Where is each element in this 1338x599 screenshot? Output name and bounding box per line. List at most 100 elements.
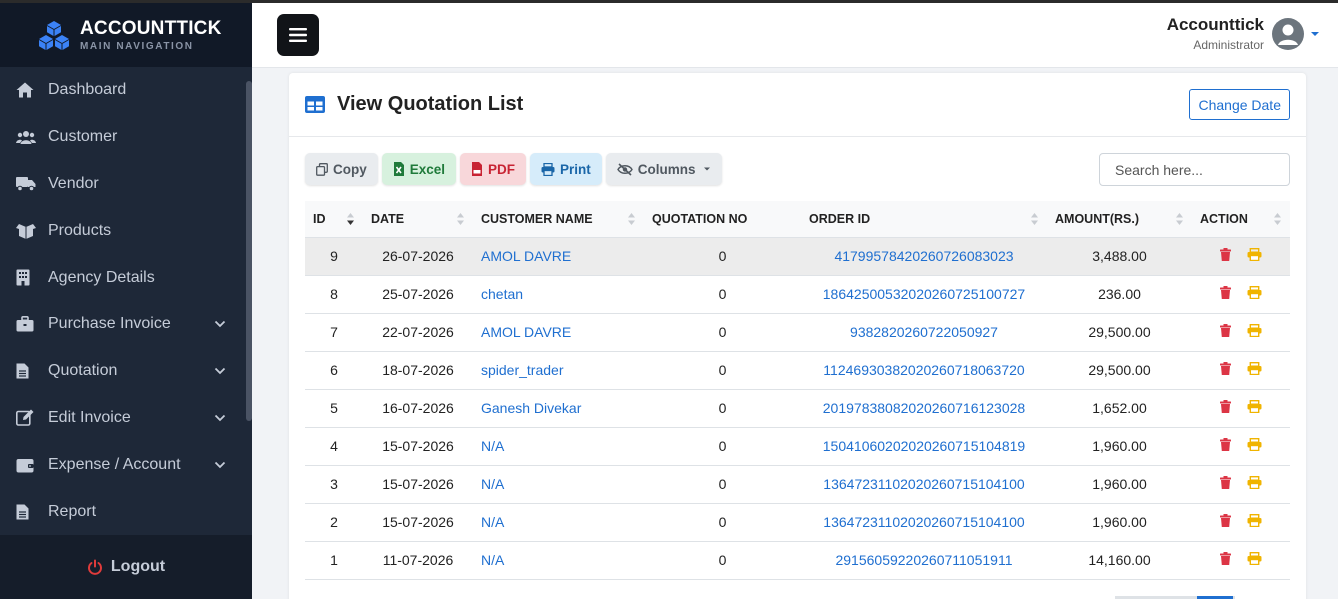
top-header: Accounttick Administrator bbox=[252, 3, 1338, 68]
customer-link[interactable]: N/A bbox=[481, 476, 504, 492]
delete-icon[interactable] bbox=[1220, 476, 1231, 489]
chevron-down-icon[interactable] bbox=[214, 461, 228, 469]
printer-icon[interactable] bbox=[1247, 286, 1262, 299]
sidebar-item-edit-invoice[interactable]: Edit Invoice bbox=[0, 395, 252, 442]
sidebar-item-products[interactable]: Products bbox=[0, 207, 252, 254]
sidebar-item-expense-account[interactable]: Expense / Account bbox=[0, 441, 252, 488]
order-id-link[interactable]: 13647231102020260715104100 bbox=[823, 476, 1024, 492]
customer-link[interactable]: AMOL DAVRE bbox=[481, 324, 571, 340]
order-id-link[interactable]: 29156059220260711051911 bbox=[835, 552, 1012, 568]
avatar[interactable] bbox=[1272, 17, 1304, 50]
chevron-down-icon[interactable] bbox=[214, 320, 228, 328]
column-header-action[interactable]: ACTION bbox=[1192, 201, 1290, 238]
delete-icon[interactable] bbox=[1220, 400, 1231, 413]
sidebar-item-customer[interactable]: Customer bbox=[0, 114, 252, 161]
amount-value: 1,960.00 bbox=[1092, 438, 1147, 454]
sidebar-item-vendor[interactable]: Vendor bbox=[0, 161, 252, 208]
pdf-button[interactable]: PDF bbox=[460, 153, 527, 185]
cell-quotation-no: 0 bbox=[644, 541, 801, 580]
customer-link[interactable]: N/A bbox=[481, 552, 504, 568]
sidebar-item-label: Purchase Invoice bbox=[48, 315, 171, 333]
order-id-link[interactable]: 13647231102020260715104100 bbox=[823, 514, 1024, 530]
printer-icon[interactable] bbox=[1247, 248, 1262, 261]
order-id-link[interactable]: 15041060202020260715104819 bbox=[823, 438, 1025, 454]
sidebar-item-label: Report bbox=[48, 502, 97, 520]
brand[interactable]: ACCOUNTTICK MAIN NAVIGATION bbox=[0, 3, 252, 67]
column-header-id[interactable]: ID bbox=[305, 201, 363, 238]
printer-icon[interactable] bbox=[1247, 324, 1262, 337]
logout-button[interactable]: Logout bbox=[87, 558, 165, 576]
table-row[interactable]: 7 22-07-2026 AMOL DAVRE 0 938282026072205092… bbox=[305, 313, 1290, 352]
customer-link[interactable]: Ganesh Divekar bbox=[481, 400, 581, 416]
order-id-link[interactable]: 41799578420260726083023 bbox=[834, 248, 1013, 264]
customer-link[interactable]: N/A bbox=[481, 438, 504, 454]
chevron-down-icon[interactable] bbox=[214, 367, 228, 375]
menu-toggle-button[interactable] bbox=[277, 14, 319, 56]
delete-icon[interactable] bbox=[1220, 286, 1231, 299]
file-icon bbox=[16, 361, 38, 381]
sidebar-item-dashboard[interactable]: Dashboard bbox=[0, 67, 252, 114]
customer-link[interactable]: N/A bbox=[481, 514, 504, 530]
delete-icon[interactable] bbox=[1220, 248, 1231, 261]
sidebar-item-label: Quotation bbox=[48, 362, 118, 380]
column-header-customer-name[interactable]: CUSTOMER NAME bbox=[473, 201, 644, 238]
quotation-no-value: 0 bbox=[718, 552, 727, 568]
printer-icon[interactable] bbox=[1247, 476, 1262, 489]
delete-icon[interactable] bbox=[1220, 324, 1231, 337]
order-id-link[interactable]: 18642500532020260725100727 bbox=[823, 286, 1025, 302]
card-header: View Quotation List Change Date bbox=[289, 73, 1306, 137]
file-icon bbox=[16, 502, 38, 522]
delete-icon[interactable] bbox=[1220, 362, 1231, 375]
columns-button[interactable]: Columns bbox=[605, 153, 722, 185]
table-row[interactable]: 1 11-07-2026 N/A 0 29156059220260711051911 14… bbox=[305, 541, 1290, 580]
excel-icon bbox=[393, 162, 404, 176]
excel-button[interactable]: Excel bbox=[381, 153, 457, 185]
date-value: 22-07-2026 bbox=[382, 324, 454, 340]
cell-order-id: 41799578420260726083023 bbox=[801, 237, 1047, 276]
delete-icon[interactable] bbox=[1220, 438, 1231, 451]
table-row[interactable]: 2 15-07-2026 N/A 0 1364723110202026071510410… bbox=[305, 503, 1290, 542]
sidebar-item-report[interactable]: Report bbox=[0, 488, 252, 535]
copy-button[interactable]: Copy bbox=[305, 153, 378, 185]
column-header-date[interactable]: DATE bbox=[363, 201, 473, 238]
table-row[interactable]: 6 18-07-2026 spider_trader 0 112469303820202… bbox=[305, 351, 1290, 390]
table-row[interactable]: 5 16-07-2026 Ganesh Divekar 0 20197838082020… bbox=[305, 389, 1290, 428]
order-id-link[interactable]: 9382820260722050927 bbox=[850, 324, 998, 340]
printer-icon[interactable] bbox=[1247, 400, 1262, 413]
printer-icon[interactable] bbox=[1247, 514, 1262, 527]
sidebar-item-purchase-invoice[interactable]: Purchase Invoice bbox=[0, 301, 252, 348]
cell-customer: AMOL DAVRE bbox=[473, 313, 644, 352]
printer-icon[interactable] bbox=[1247, 362, 1262, 375]
cell-customer: N/A bbox=[473, 427, 644, 466]
customer-link[interactable]: chetan bbox=[481, 286, 523, 302]
order-id-link[interactable]: 20197838082020260716123028 bbox=[823, 400, 1025, 416]
sidebar-scrollbar[interactable] bbox=[246, 81, 252, 421]
column-header-quotation-no[interactable]: QUOTATION NO bbox=[644, 201, 801, 238]
cell-quotation-no: 0 bbox=[644, 313, 801, 352]
sidebar-item-agency-details[interactable]: Agency Details bbox=[0, 254, 252, 301]
cell-action bbox=[1192, 237, 1290, 276]
table-row[interactable]: 3 15-07-2026 N/A 0 1364723110202026071510410… bbox=[305, 465, 1290, 504]
chevron-down-icon[interactable] bbox=[214, 414, 228, 422]
table-row[interactable]: 9 26-07-2026 AMOL DAVRE 0 417995784202607260… bbox=[305, 237, 1290, 276]
delete-icon[interactable] bbox=[1220, 514, 1231, 527]
column-header-amount[interactable]: AMOUNT(RS.) bbox=[1047, 201, 1192, 238]
order-id-link[interactable]: 11246930382020260718063720 bbox=[823, 362, 1024, 378]
delete-icon[interactable] bbox=[1220, 552, 1231, 565]
customer-link[interactable]: AMOL DAVRE bbox=[481, 248, 571, 264]
search-input[interactable] bbox=[1099, 153, 1290, 186]
logout-area: Logout bbox=[0, 535, 252, 599]
cell-id: 9 bbox=[305, 237, 363, 276]
table-row[interactable]: 4 15-07-2026 N/A 0 1504106020202026071510481… bbox=[305, 427, 1290, 466]
printer-icon[interactable] bbox=[1247, 438, 1262, 451]
column-header-order-id[interactable]: ORDER ID bbox=[801, 201, 1047, 238]
table-row[interactable]: 8 25-07-2026 chetan 0 1864250053202026072510… bbox=[305, 275, 1290, 314]
change-date-button[interactable]: Change Date bbox=[1189, 89, 1290, 120]
customer-link[interactable]: spider_trader bbox=[481, 362, 564, 378]
sidebar-item-quotation[interactable]: Quotation bbox=[0, 348, 252, 395]
user-menu[interactable]: Accounttick Administrator bbox=[1167, 15, 1320, 52]
cell-date: 16-07-2026 bbox=[363, 389, 473, 428]
print-button[interactable]: Print bbox=[530, 153, 602, 185]
date-value: 18-07-2026 bbox=[382, 362, 454, 378]
printer-icon[interactable] bbox=[1247, 552, 1262, 565]
